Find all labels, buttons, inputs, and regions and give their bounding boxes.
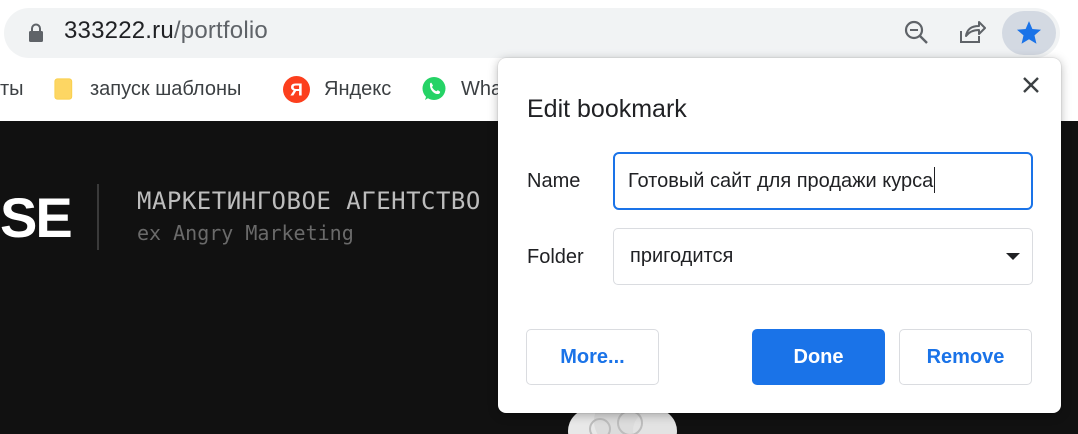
search-icon[interactable] — [898, 14, 934, 50]
logo-divider — [97, 184, 99, 250]
bookmark-label: Wha — [461, 77, 503, 100]
bookmark-name-input[interactable]: Готовый сайт для продажи курса — [613, 152, 1033, 210]
url-host: 333222.ru — [64, 17, 174, 44]
browser-toolbar: 333222.ru/portfolio — [0, 0, 1078, 64]
folder-icon — [54, 78, 73, 100]
whatsapp-icon — [422, 77, 446, 100]
chevron-down-icon — [1006, 253, 1020, 260]
bookmark-star-button[interactable] — [1002, 11, 1056, 55]
bookmark-whatsapp[interactable]: Wha — [421, 64, 502, 114]
svg-text:Я: Я — [290, 79, 303, 99]
bookmark-name-value: Готовый сайт для продажи курса — [628, 170, 934, 192]
agency-subtitle: ex Angry Marketing — [137, 221, 354, 245]
share-icon[interactable] — [954, 14, 990, 50]
bookmark-label: Яндекс — [324, 77, 392, 100]
bookmark-label: ты — [0, 77, 24, 100]
star-icon — [1016, 21, 1042, 44]
close-button[interactable] — [1019, 73, 1043, 97]
done-button[interactable]: Done — [752, 329, 885, 385]
lock-icon[interactable] — [26, 23, 46, 43]
remove-button[interactable]: Remove — [899, 329, 1032, 385]
folder-value: пригодится — [630, 245, 734, 267]
more-button[interactable]: More... — [526, 329, 659, 385]
bookmark-folder-zapusk[interactable]: запуск шаблоны — [54, 64, 241, 114]
dialog-title: Edit bookmark — [527, 95, 687, 123]
bookmark-yandex[interactable]: Я Яндекс — [283, 64, 391, 114]
bookmark-item-1[interactable]: ты — [0, 64, 24, 114]
name-label: Name — [527, 170, 581, 192]
bookmark-label: запуск шаблоны — [90, 77, 242, 100]
folder-select[interactable]: пригодится — [613, 228, 1033, 285]
site-logo: SE — [0, 186, 73, 249]
text-caret — [934, 166, 936, 193]
folder-label: Folder — [527, 246, 584, 268]
edit-bookmark-dialog: Edit bookmark Name Готовый сайт для прод… — [498, 58, 1061, 413]
url-text[interactable]: 333222.ru/portfolio — [64, 17, 268, 45]
agency-title: МАРКЕТИНГОВОЕ АГЕНТСТВО — [137, 187, 481, 215]
url-path: /portfolio — [173, 17, 268, 44]
yandex-icon: Я — [283, 75, 310, 103]
close-icon — [1023, 77, 1039, 93]
